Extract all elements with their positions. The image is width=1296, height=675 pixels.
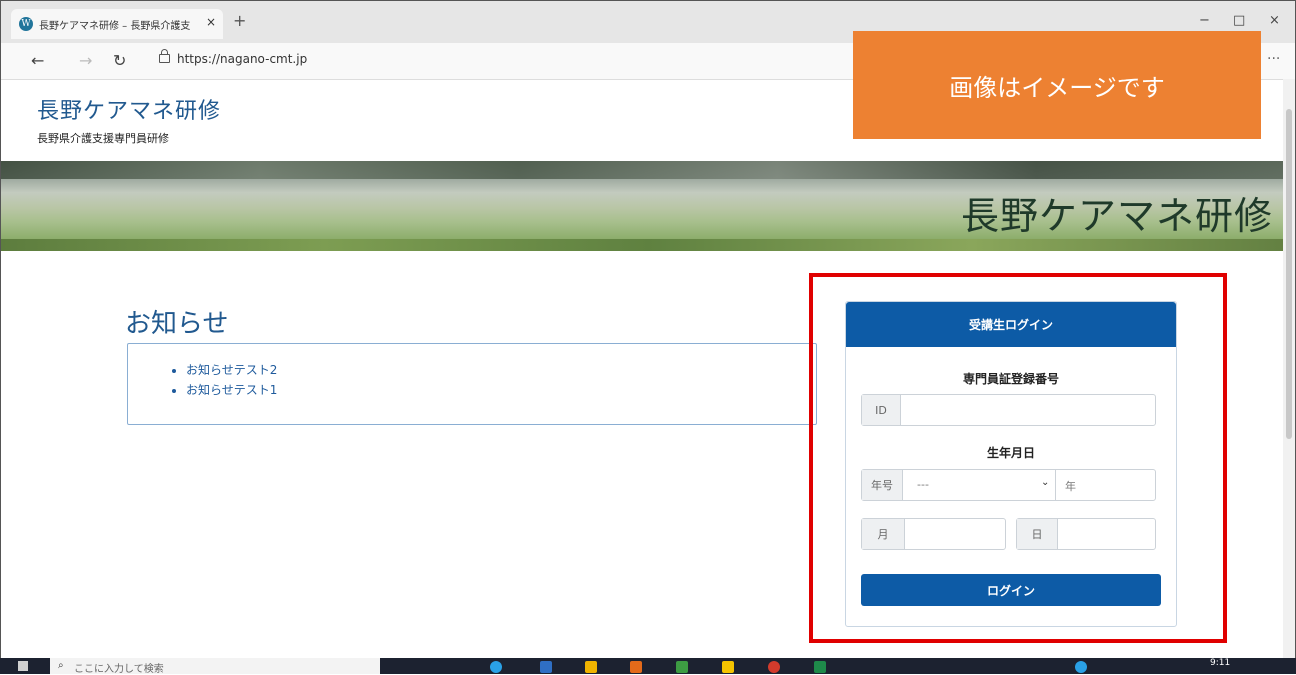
id-input-group: ID — [861, 394, 1156, 426]
app-icon[interactable] — [676, 661, 688, 673]
era-select[interactable]: --- ⌄ — [903, 470, 1056, 500]
image-notice-overlay: 画像はイメージです — [853, 31, 1261, 139]
url-text: https://nagano-cmt.jp — [177, 52, 308, 66]
tab-close-icon[interactable]: × — [206, 15, 216, 29]
taskbar-search[interactable]: ⌕ ここに入力して検索 — [50, 658, 380, 675]
month-input[interactable] — [905, 519, 1006, 549]
month-input-group: 月 — [861, 518, 1006, 550]
search-icon: ⌕ — [58, 660, 64, 671]
lock-icon — [159, 49, 170, 63]
taskbar-clock: 9:11 — [1210, 658, 1231, 668]
era-select-value: --- — [917, 478, 929, 491]
chevron-down-icon: ⌄ — [1041, 477, 1050, 488]
year-input[interactable]: 年 — [1057, 470, 1155, 500]
close-window-button[interactable]: × — [1269, 13, 1280, 28]
forward-arrow-icon[interactable]: → — [79, 51, 92, 70]
month-addon: 月 — [862, 519, 905, 549]
edge-icon[interactable] — [490, 661, 502, 673]
tray-icon[interactable] — [1075, 661, 1087, 673]
wordpress-icon: W — [19, 17, 33, 31]
news-heading: お知らせ — [125, 309, 229, 339]
id-label: 専門員証登録番号 — [962, 372, 1059, 386]
tab-title: 長野ケアマネ研修 – 長野県介護支 — [39, 21, 191, 32]
taskbar: ⌕ ここに入力して検索 9:11 — [0, 658, 1296, 675]
login-header: 受講生ログイン — [846, 302, 1176, 347]
app-icon[interactable] — [722, 661, 734, 673]
maximize-button[interactable]: □ — [1233, 13, 1245, 28]
id-addon: ID — [862, 395, 901, 425]
day-input-group: 日 — [1016, 518, 1156, 550]
browser-tab[interactable]: W 長野ケアマネ研修 – 長野県介護支 × — [11, 9, 223, 39]
banner-title: 長野ケアマネ研修 — [960, 194, 1273, 238]
minimize-button[interactable]: − — [1199, 13, 1210, 28]
site-subtitle: 長野県介護支援専門員研修 — [37, 132, 169, 145]
taskbar-search-text: ここに入力して検索 — [74, 664, 164, 675]
day-addon: 日 — [1017, 519, 1058, 549]
back-arrow-icon[interactable]: ← — [31, 51, 44, 70]
header-banner: 長野ケアマネ研修 — [1, 161, 1295, 251]
news-item[interactable]: お知らせテスト2 — [186, 360, 816, 380]
page-scrollbar[interactable] — [1283, 79, 1295, 659]
chrome-icon[interactable] — [768, 661, 780, 673]
more-menu-icon[interactable]: ··· — [1267, 51, 1280, 67]
day-input[interactable] — [1058, 519, 1156, 549]
app-icon[interactable] — [630, 661, 642, 673]
mail-icon[interactable] — [540, 661, 552, 673]
login-button[interactable]: ログイン — [861, 574, 1161, 606]
refresh-icon[interactable]: ↻ — [113, 51, 126, 70]
news-list: お知らせテスト2 お知らせテスト1 — [128, 344, 816, 400]
dob-label: 生年月日 — [986, 446, 1035, 460]
new-tab-button[interactable]: + — [233, 13, 246, 29]
news-box: お知らせテスト2 お知らせテスト1 — [127, 343, 817, 425]
id-input[interactable] — [901, 395, 1156, 425]
news-item[interactable]: お知らせテスト1 — [186, 380, 816, 400]
dob-year-group: 年号 --- ⌄ 年 — [861, 469, 1156, 501]
login-panel: 受講生ログイン 専門員証登録番号 ID 生年月日 年号 --- ⌄ 年 月 日 … — [845, 301, 1177, 627]
windows-start-icon[interactable] — [18, 661, 28, 671]
scrollbar-thumb[interactable] — [1286, 109, 1292, 439]
folder-icon[interactable] — [585, 661, 597, 673]
url-field[interactable]: https://nagano-cmt.jp — [141, 49, 841, 71]
browser-window: W 長野ケアマネ研修 – 長野県介護支 × + − □ × ← → ↻ http… — [0, 0, 1296, 673]
year-addon: 年 — [1065, 480, 1076, 493]
site-title[interactable]: 長野ケアマネ研修 — [37, 93, 221, 125]
era-addon: 年号 — [862, 470, 903, 500]
excel-icon[interactable] — [814, 661, 826, 673]
